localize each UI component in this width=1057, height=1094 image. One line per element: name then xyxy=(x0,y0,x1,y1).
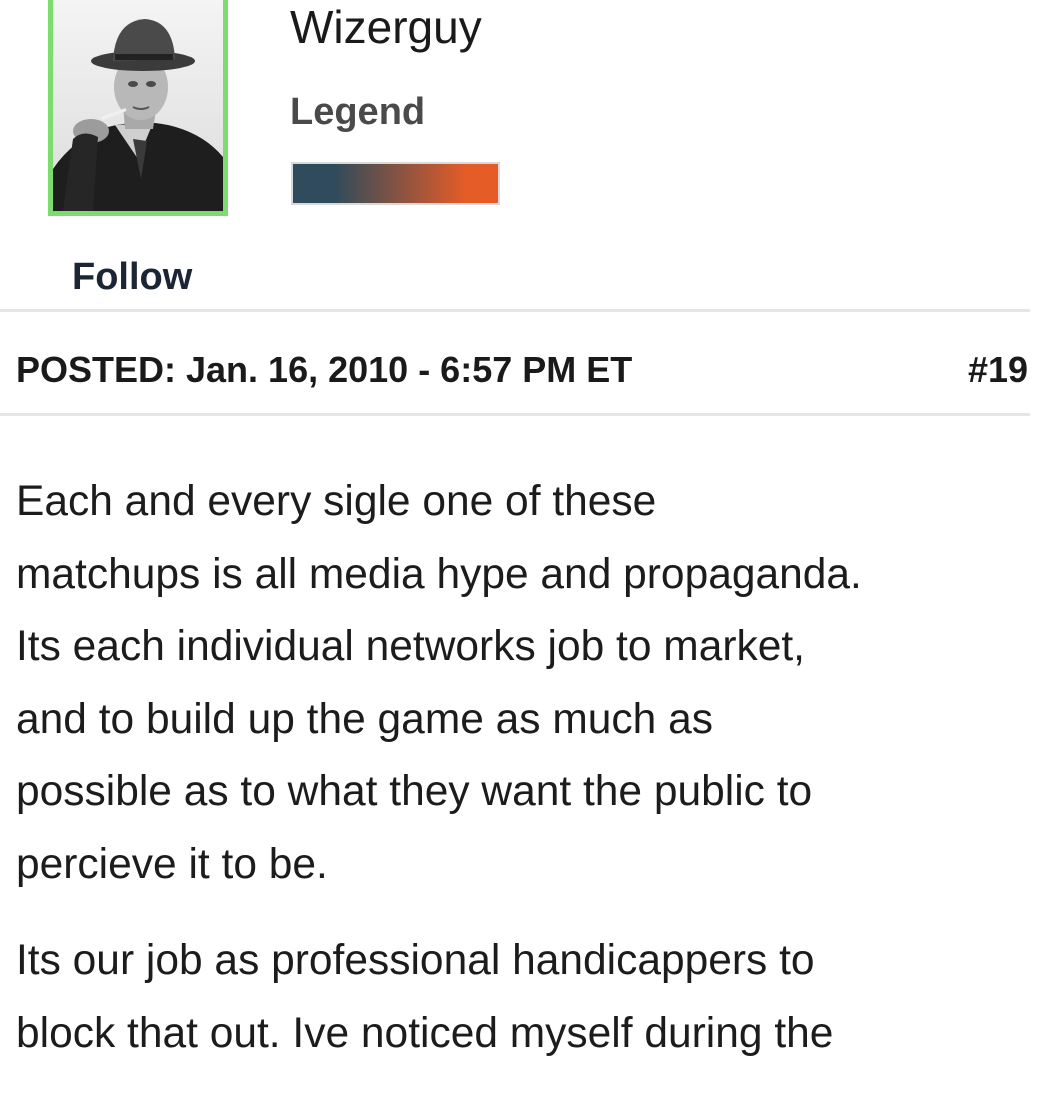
divider xyxy=(0,413,1030,416)
post-paragraph: Its our job as professional handicappers… xyxy=(16,937,834,1057)
post-number-link[interactable]: #19 xyxy=(968,346,1030,394)
user-avatar[interactable] xyxy=(48,0,228,216)
avatar-image xyxy=(53,0,223,211)
divider xyxy=(0,309,1030,312)
rank-progress-fill xyxy=(293,164,498,203)
post-timestamp: POSTED: Jan. 16, 2010 - 6:57 PM ET xyxy=(16,349,633,390)
follow-button[interactable]: Follow xyxy=(72,253,192,301)
user-rank: Legend xyxy=(290,91,426,133)
post-paragraph: Each and every sigle one of these matchu… xyxy=(16,478,862,888)
rank-progress-bar xyxy=(291,162,500,205)
username[interactable]: Wizerguy xyxy=(290,0,482,54)
post-body: Each and every sigle one of these matchu… xyxy=(16,466,1046,1094)
